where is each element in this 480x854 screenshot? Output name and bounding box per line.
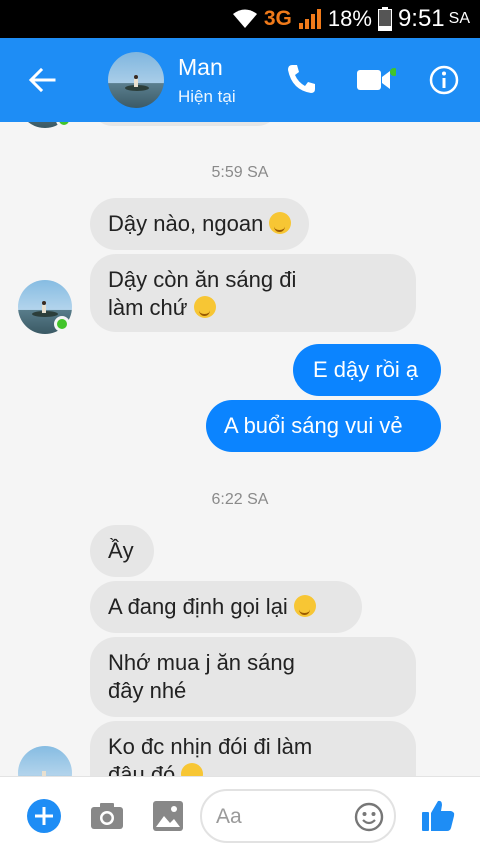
message-bubble[interactable]: Nhớ mua j ăn sáng đây nhé <box>90 637 416 717</box>
gallery-icon[interactable] <box>152 800 184 832</box>
online-indicator <box>54 316 70 332</box>
online-indicator <box>56 122 72 128</box>
status-bar: 3G 18% 9:51 SA <box>0 0 480 38</box>
message-input-wrapper <box>200 789 396 843</box>
message-bubble[interactable]: Dậy nào, ngoan <box>90 198 310 250</box>
message-text: Ầy <box>108 538 134 563</box>
message-bubble[interactable]: A đang định gọi lại <box>90 581 362 633</box>
yum-emoji-icon <box>181 763 204 776</box>
presence-status: Hiện tại <box>178 87 236 106</box>
message-text-line: đây nhé <box>108 678 187 703</box>
contact-avatar[interactable] <box>108 52 164 108</box>
plus-icon[interactable] <box>26 798 62 834</box>
camera-icon[interactable] <box>90 801 124 831</box>
timestamp-separator: 5:59 SA <box>211 164 269 181</box>
smiley-icon[interactable] <box>354 802 384 832</box>
message-bubble[interactable]: Ầy <box>90 525 154 577</box>
yum-emoji-icon <box>193 296 216 318</box>
boat-photo-icon <box>125 75 149 91</box>
message-text: Dậy nào, ngoan <box>108 211 264 236</box>
message-text-line: Nhớ mua j ăn sáng <box>108 650 295 675</box>
message-input[interactable] <box>216 803 346 831</box>
message-bubble[interactable]: Ko đc nhịn đói đi làm đâu đó <box>90 721 416 776</box>
message-text: E dậy rồi ạ <box>313 357 419 382</box>
conversation-header: Man Hiện tại <box>0 38 480 122</box>
phone-icon[interactable] <box>285 62 317 96</box>
message-text: A đang định gọi lại <box>108 594 288 619</box>
message-text-line: làm chứ <box>108 295 188 320</box>
kiss-emoji-icon <box>269 212 292 234</box>
network-type: 3G <box>263 7 292 30</box>
info-icon[interactable] <box>429 65 459 95</box>
message-text-line: Dậy còn ăn sáng đi <box>108 267 297 292</box>
message-bubble[interactable]: Dậy còn ăn sáng đi làm chứ <box>90 254 416 332</box>
contact-name: Man <box>178 54 223 80</box>
composer-bar <box>0 776 480 854</box>
wink-tongue-emoji-icon <box>293 595 316 617</box>
message-bubble-partial[interactable] <box>90 122 280 126</box>
message-list[interactable]: 5:59 SA Dậy nào, ngoan Dậy còn ăn sáng đ… <box>0 122 480 776</box>
clock-ampm: SA <box>448 10 470 27</box>
back-arrow-icon[interactable] <box>26 64 58 96</box>
clock: 9:51 <box>397 5 445 32</box>
video-call-icon[interactable] <box>356 68 396 92</box>
battery-icon <box>377 7 392 31</box>
message-bubble-outgoing[interactable]: A buổi sáng vui vẻ <box>206 400 441 452</box>
battery-percent: 18% <box>327 6 372 31</box>
message-text-line: đâu đó <box>108 762 176 776</box>
signal-icon <box>298 9 321 29</box>
like-thumb-icon[interactable] <box>420 797 456 833</box>
timestamp-separator: 6:22 SA <box>211 491 269 508</box>
message-text-line: Ko đc nhịn đói đi làm <box>108 734 313 759</box>
message-text: A buổi sáng vui vẻ <box>224 413 403 438</box>
wifi-icon <box>232 9 257 28</box>
boat-photo-icon <box>42 771 46 776</box>
contact-avatar-small[interactable] <box>18 746 72 776</box>
message-bubble-outgoing[interactable]: E dậy rồi ạ <box>293 344 441 396</box>
